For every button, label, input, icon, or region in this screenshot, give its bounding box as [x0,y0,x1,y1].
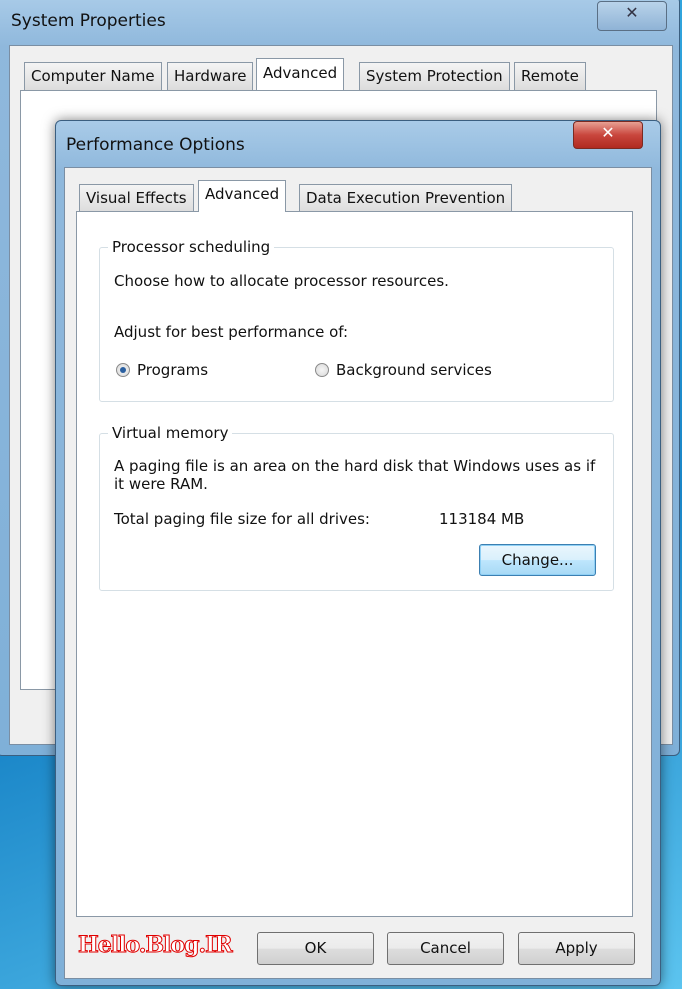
apply-button[interactable]: Apply [518,932,635,965]
radio-label: Programs [137,361,209,379]
group-label: Virtual memory [108,424,233,442]
tab-advanced[interactable]: Advanced [198,180,287,212]
total-label: Total paging file size for all drives: [114,510,370,528]
tab-advanced[interactable]: Advanced [256,58,345,90]
description: A paging file is an area on the hard dis… [114,457,596,493]
radio-background-services[interactable]: Background services [315,361,492,379]
radio-programs[interactable]: Programs [116,361,208,379]
cancel-button[interactable]: Cancel [387,932,504,965]
tab-system-protection[interactable]: System Protection [359,62,510,90]
virtual-memory-group: Virtual memory A paging file is an area … [99,424,614,591]
tab-panel: Processor scheduling Choose how to alloc… [76,211,633,917]
total-value: 113184 MB [439,510,525,528]
adjust-label: Adjust for best performance of: [114,323,349,341]
tab-visual-effects[interactable]: Visual Effects [79,184,194,212]
radio-button[interactable] [315,363,329,377]
tab-data-execution-prevention[interactable]: Data Execution Prevention [299,184,513,212]
dialog-title: Performance Options [66,135,245,155]
watermark: Hello.Blog.IR [78,932,234,959]
change-button[interactable]: Change... [479,544,596,576]
tab-remote[interactable]: Remote [514,62,586,90]
processor-scheduling-group: Processor scheduling Choose how to alloc… [99,238,614,402]
radio-label: Background services [336,361,492,379]
tab-hardware[interactable]: Hardware [167,62,254,90]
radio-button[interactable] [116,363,130,377]
group-label: Processor scheduling [108,238,275,256]
ok-button[interactable]: OK [257,932,374,965]
close-button[interactable]: ✕ [597,1,667,31]
window-title: System Properties [11,11,166,31]
description: Choose how to allocate processor resourc… [114,272,449,290]
tab-computer-name[interactable]: Computer Name [24,62,162,90]
close-button[interactable]: ✕ [573,121,643,149]
